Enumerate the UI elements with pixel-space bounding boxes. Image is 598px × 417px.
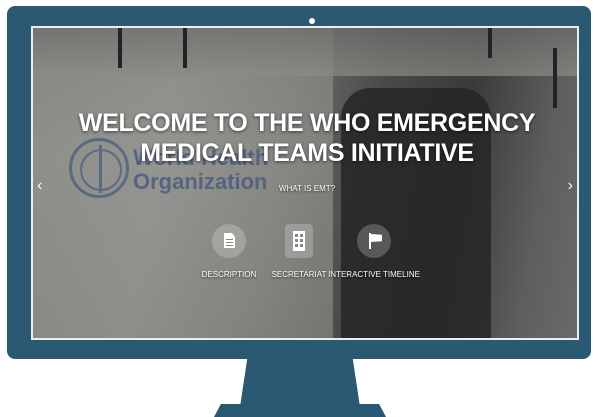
camera-dot [309,18,315,24]
nav-interactive-timeline[interactable]: INTERACTIVE TIMELINE [324,224,424,279]
tent-strap [553,48,557,108]
monitor-mockup: World Health Organization WELCOME TO THE… [0,0,598,417]
hero-headline: WELCOME TO THE WHO EMERGENCY MEDICAL TEA… [33,108,577,168]
what-is-emt-link[interactable]: WHAT IS EMT? [33,184,577,193]
tent-strap [118,28,122,68]
flag-icon [369,233,382,249]
screen: World Health Organization WELCOME TO THE… [31,26,579,340]
description-icon-button[interactable] [212,224,246,258]
monitor-stand-neck [240,359,360,407]
monitor-stand-base [214,404,386,417]
building-icon [293,231,305,251]
tent-strap [183,28,187,68]
carousel-next-arrow-icon[interactable]: › [568,178,573,194]
secretariat-icon-button[interactable] [285,224,313,258]
hero-headline-line2: MEDICAL TEAMS INITIATIVE [140,139,474,167]
carousel-prev-arrow-icon[interactable]: ‹ [37,178,42,194]
hero-headline-line1: WELCOME TO THE WHO EMERGENCY [78,109,536,137]
document-icon [224,233,235,248]
hero-background-roof [33,28,577,76]
nav-timeline-label: INTERACTIVE TIMELINE [328,270,420,279]
timeline-icon-button[interactable] [357,224,391,258]
tent-strap [488,28,492,58]
